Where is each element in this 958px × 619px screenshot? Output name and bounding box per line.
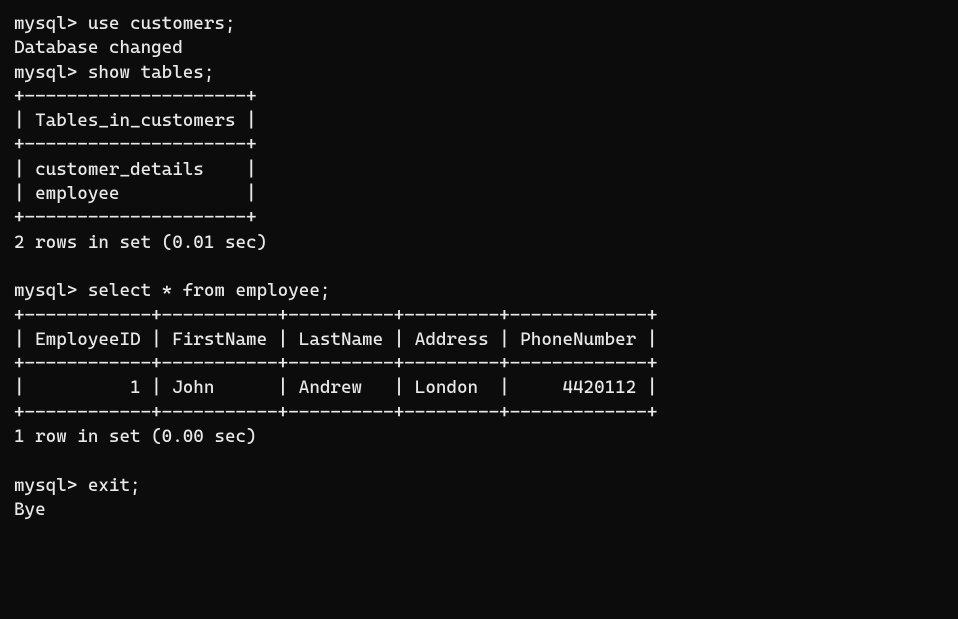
mysql-prompt: mysql>: [14, 475, 77, 496]
t2-header: | EmployeeID | FirstName | LastName | Ad…: [14, 328, 944, 352]
blank1: [14, 255, 944, 279]
blank2: [14, 449, 944, 473]
prompt-line-1: mysql> use customers;: [14, 12, 944, 36]
t2-border-mid: +------------+-----------+----------+---…: [14, 352, 944, 376]
t2-border-bot: +------------+-----------+----------+---…: [14, 401, 944, 425]
cmd-show-tables: show tables;: [88, 62, 215, 83]
prompt-line-2: mysql> show tables;: [14, 61, 944, 85]
mysql-prompt: mysql>: [14, 62, 77, 83]
prompt-line-3: mysql> select * from employee;: [14, 279, 944, 303]
t1-rowcount: 2 rows in set (0.01 sec): [14, 231, 944, 255]
t1-row1: | customer_details |: [14, 158, 944, 182]
cmd-use: use customers;: [88, 13, 236, 34]
cmd-select: select * from employee;: [88, 280, 331, 301]
t1-border-top: +---------------------+: [14, 85, 944, 109]
mysql-prompt: mysql>: [14, 280, 77, 301]
t1-row2: | employee |: [14, 182, 944, 206]
prompt-line-4: mysql> exit;: [14, 474, 944, 498]
t1-border-mid: +---------------------+: [14, 133, 944, 157]
t2-row1: | 1 | John | Andrew | London | 4420112 |: [14, 376, 944, 400]
t1-border-bot: +---------------------+: [14, 206, 944, 230]
bye: Bye: [14, 498, 944, 522]
t1-header: | Tables_in_customers |: [14, 109, 944, 133]
t2-border-top: +------------+-----------+----------+---…: [14, 304, 944, 328]
db-changed: Database changed: [14, 36, 944, 60]
mysql-prompt: mysql>: [14, 13, 77, 34]
cmd-exit: exit;: [88, 475, 141, 496]
t2-rowcount: 1 row in set (0.00 sec): [14, 425, 944, 449]
